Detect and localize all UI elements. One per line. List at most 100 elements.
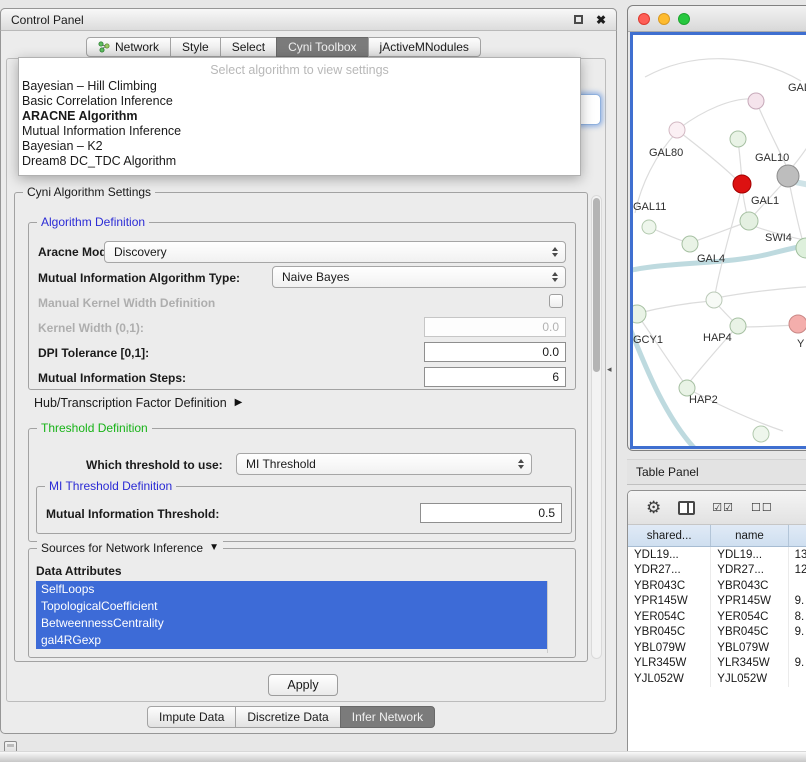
tab-network[interactable]: Network xyxy=(86,37,171,57)
tab-cyni-toolbox[interactable]: Cyni Toolbox xyxy=(276,37,368,57)
attribute-item[interactable]: SelfLoops xyxy=(36,581,547,598)
columns-icon[interactable] xyxy=(678,501,695,515)
tab-infer-network[interactable]: Infer Network xyxy=(340,706,435,728)
control-panel-titlebar[interactable]: Control Panel ✖ xyxy=(0,8,617,31)
aracne-mode-select[interactable]: Discovery xyxy=(104,241,566,263)
network-canvas[interactable]: GAL80 GAL10 GAL11 GAL1 SWI4 GAL4 GCY1 HA… xyxy=(630,32,806,449)
kernel-width-label: Kernel Width (0,1): xyxy=(38,321,144,335)
tab-jactivemnodules[interactable]: jActiveMNodules xyxy=(368,37,481,57)
sources-title-text: Sources for Network Inference xyxy=(41,541,203,555)
table-row[interactable]: YDR27...YDR27...12 xyxy=(628,563,806,579)
node[interactable] xyxy=(748,93,764,109)
table-row[interactable]: YLR345WYLR345W9. xyxy=(628,656,806,672)
node-hap4[interactable] xyxy=(730,318,746,334)
node-gal11[interactable] xyxy=(642,220,656,234)
node-label-hap4: HAP4 xyxy=(703,332,732,344)
cell: YDL19... xyxy=(711,547,788,563)
attribute-item[interactable]: TopologicalCoefficient xyxy=(36,598,547,615)
manual-kernel-checkbox[interactable] xyxy=(549,294,563,308)
hub-definition-section[interactable]: Hub/Transcription Factor Definition ▶ xyxy=(34,396,242,410)
data-attributes-list[interactable]: SelfLoops TopologicalCoefficient Between… xyxy=(36,581,558,653)
node[interactable] xyxy=(730,131,746,147)
attribute-item[interactable]: gal4RGexp xyxy=(36,632,547,649)
tab-select[interactable]: Select xyxy=(220,37,277,57)
node[interactable] xyxy=(753,426,769,442)
table-row[interactable]: YPR145WYPR145W9. xyxy=(628,594,806,610)
unselect-all-columns-icon[interactable]: ☐☐ xyxy=(751,501,773,514)
select-all-columns-icon[interactable]: ☑☑ xyxy=(712,501,734,514)
dpi-tolerance-field[interactable]: 0.0 xyxy=(424,342,566,362)
cell: YER054C xyxy=(628,609,711,625)
apply-button[interactable]: Apply xyxy=(268,674,338,696)
node-gal1[interactable] xyxy=(740,212,758,230)
float-window-icon[interactable] xyxy=(574,15,583,24)
cell: YDR27... xyxy=(711,563,788,579)
dropdown-item[interactable]: Basic Correlation Inference xyxy=(19,94,580,109)
algorithm-dropdown-popup: Select algorithm to view settings Bayesi… xyxy=(18,57,581,176)
node-label-gal4: GAL4 xyxy=(697,253,725,265)
dpi-tolerance-label: DPI Tolerance [0,1]: xyxy=(38,346,149,360)
close-traffic-light[interactable] xyxy=(638,13,650,25)
attribute-item[interactable]: BetweennessCentrality xyxy=(36,615,547,632)
cell: 9. xyxy=(789,594,806,610)
which-threshold-value: MI Threshold xyxy=(246,457,316,471)
table-row[interactable]: YDL19...YDL19...13 xyxy=(628,547,806,563)
gear-icon[interactable]: ⚙ xyxy=(646,499,661,516)
bottom-tabs: Impute Data Discretize Data Infer Networ… xyxy=(147,706,435,728)
cell: YBR045C xyxy=(628,625,711,641)
node-salmon[interactable] xyxy=(789,315,806,333)
dropdown-placeholder[interactable]: Select algorithm to view settings xyxy=(19,61,580,79)
close-icon[interactable]: ✖ xyxy=(596,14,606,26)
table-row[interactable]: YBL079WYBL079W xyxy=(628,640,806,656)
attribute-list-scrollbar[interactable] xyxy=(547,581,558,653)
mi-steps-field[interactable]: 6 xyxy=(424,367,566,387)
which-threshold-select[interactable]: MI Threshold xyxy=(236,453,532,475)
mi-type-label: Mutual Information Algorithm Type: xyxy=(38,271,240,285)
network-window-titlebar[interactable] xyxy=(628,6,806,32)
mi-threshold-field[interactable]: 0.5 xyxy=(420,503,562,523)
sources-group-title: Sources for Network Inference ▼ xyxy=(37,541,223,555)
data-attributes-label: Data Attributes xyxy=(36,564,122,578)
table-row[interactable]: YER054CYER054C8. xyxy=(628,609,806,625)
cell: YER054C xyxy=(711,609,788,625)
table-row[interactable]: YJL052WYJL052W xyxy=(628,671,806,687)
cell xyxy=(789,640,806,656)
column-header-name[interactable]: name xyxy=(711,525,788,546)
table-panel-header[interactable]: Table Panel xyxy=(627,459,806,485)
splitter-arrow-icon[interactable]: ◂ xyxy=(607,364,612,375)
dropdown-item[interactable]: Mutual Information Inference xyxy=(19,124,580,139)
node-gal4[interactable] xyxy=(682,236,698,252)
table-row[interactable]: YBR045CYBR045C9. xyxy=(628,625,806,641)
cell: YBR043C xyxy=(711,578,788,594)
column-header-extra[interactable] xyxy=(789,525,806,546)
mi-type-select[interactable]: Naive Bayes xyxy=(272,266,566,288)
dropdown-item[interactable]: Bayesian – Hill Climbing xyxy=(19,79,580,94)
collapse-down-icon[interactable]: ▼ xyxy=(209,543,219,553)
node-gcy1[interactable] xyxy=(633,305,646,323)
settings-scrollbar[interactable] xyxy=(591,195,602,659)
table-panel-title: Table Panel xyxy=(636,465,699,479)
combo-stepper-icon xyxy=(518,459,524,469)
node[interactable] xyxy=(669,122,685,138)
expand-right-icon[interactable]: ▶ xyxy=(235,398,243,408)
node-label-swi4: SWI4 xyxy=(765,232,792,244)
tab-impute-data[interactable]: Impute Data xyxy=(147,706,236,728)
dropdown-item[interactable]: Bayesian – K2 xyxy=(19,139,580,154)
tab-style[interactable]: Style xyxy=(170,37,221,57)
node[interactable] xyxy=(706,292,722,308)
settings-scrollbar-thumb[interactable] xyxy=(593,198,600,372)
zoom-traffic-light[interactable] xyxy=(678,13,690,25)
node-swi4[interactable] xyxy=(796,238,806,258)
dropdown-item[interactable]: Dream8 DC_TDC Algorithm xyxy=(19,154,580,169)
tab-label: Discretize Data xyxy=(247,710,328,724)
which-threshold-label: Which threshold to use: xyxy=(86,458,223,472)
column-header-shared-name[interactable]: shared... xyxy=(628,525,711,546)
combo-stepper-icon xyxy=(552,272,558,282)
table-row[interactable]: YBR043CYBR043C xyxy=(628,578,806,594)
node-gray[interactable] xyxy=(777,165,799,187)
node-red-gal10[interactable] xyxy=(733,175,751,193)
kernel-width-field[interactable]: 0.0 xyxy=(424,317,566,337)
tab-discretize-data[interactable]: Discretize Data xyxy=(235,706,340,728)
minimize-traffic-light[interactable] xyxy=(658,13,670,25)
dropdown-item-selected[interactable]: ARACNE Algorithm xyxy=(19,109,580,124)
